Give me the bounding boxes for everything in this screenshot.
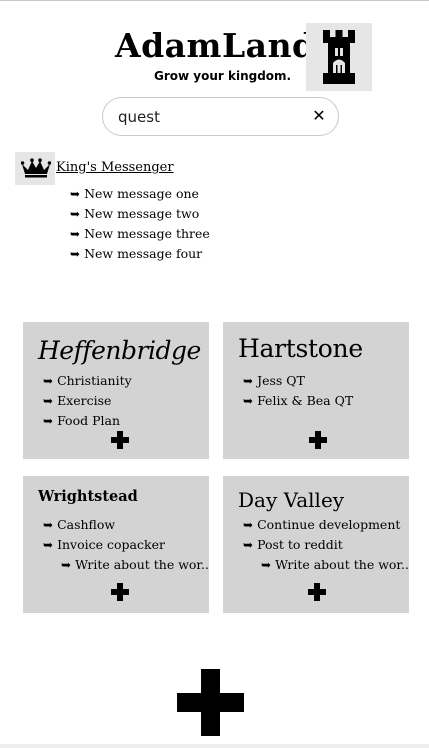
top-divider [0,0,429,1]
card-item-text: Felix & Bea QT [257,393,354,408]
card-item-text: Jess QT [257,373,305,388]
card-item-text: Write about the wor.. [75,557,209,572]
castle-icon [323,30,355,84]
kings-messenger-link[interactable]: King's Messenger [56,160,174,175]
add-item-button[interactable] [305,580,329,604]
arrow-icon: ➥ [243,518,254,532]
add-item-button[interactable] [108,428,132,452]
card-title: Day Valley [238,488,345,512]
arrow-icon: ➥ [70,207,81,221]
card-sub-item[interactable]: ➥ Write about the wor.. [43,555,209,575]
message-text: New message two [84,206,200,221]
card-item-text: Write about the wor.. [275,557,409,572]
arrow-icon: ➥ [43,374,54,388]
search-input[interactable] [118,106,298,128]
arrow-icon: ➥ [261,558,272,572]
card-item-text: Exercise [57,393,112,408]
arrow-icon: ➥ [243,538,254,552]
search-bar: ✕ [102,97,339,136]
arrow-icon: ➥ [43,538,54,552]
card-item-list: ➥ Cashflow ➥ Invoice copacker ➥ Write about… [43,515,209,575]
realm-card-day-valley: Day Valley ➥ Continue development ➥ Post t… [223,476,409,613]
crown-icon [21,158,51,178]
card-title: Wrightstead [38,488,138,505]
arrow-icon: ➥ [61,558,72,572]
message-item[interactable]: ➥ New message two [70,204,210,224]
card-item-text: Invoice copacker [57,537,165,552]
card-item[interactable]: ➥ Cashflow [43,515,209,535]
card-item-list: ➥ Jess QT ➥ Felix & Bea QT [243,371,353,411]
castle-logo [306,23,372,91]
card-item-text: Post to reddit [257,537,343,552]
card-item-text: Continue development [257,517,401,532]
app-title: AdamLand [115,26,316,65]
message-item[interactable]: ➥ New message one [70,184,210,204]
message-item[interactable]: ➥ New message three [70,224,210,244]
realm-card-wrightstead: Wrightstead ➥ Cashflow ➥ Invoice copacker … [23,476,209,613]
add-item-button[interactable] [306,428,330,452]
card-item[interactable]: ➥ Felix & Bea QT [243,391,353,411]
card-item-list: ➥ Continue development ➥ Post to reddit ➥ W… [243,515,409,575]
message-list: ➥ New message one ➥ New message two ➥ New m… [70,184,210,264]
arrow-icon: ➥ [43,518,54,532]
crown-icon-box [15,152,55,185]
message-item[interactable]: ➥ New message four [70,244,210,264]
card-item-list: ➥ Christianity ➥ Exercise ➥ Food Plan [43,371,132,431]
add-item-button[interactable] [108,580,132,604]
realm-card-hartstone: Hartstone ➥ Jess QT ➥ Felix & Bea QT [223,322,409,459]
clear-search-button[interactable]: ✕ [309,105,329,127]
realm-card-heffenbridge: Heffenbridge ➥ Christianity ➥ Exercise ➥ Fo… [23,322,209,459]
card-item[interactable]: ➥ Christianity [43,371,132,391]
arrow-icon: ➥ [70,247,81,261]
add-realm-button[interactable] [177,669,244,736]
arrow-icon: ➥ [243,374,254,388]
card-title: Hartstone [238,334,363,363]
arrow-icon: ➥ [43,394,54,408]
card-sub-item[interactable]: ➥ Write about the wor.. [243,555,409,575]
card-item-text: Food Plan [57,413,120,428]
bottom-divider [0,744,429,748]
card-title: Heffenbridge [38,336,201,365]
card-item[interactable]: ➥ Post to reddit [243,535,409,555]
message-text: New message one [84,186,199,201]
app-tagline: Grow your kingdom. [154,69,292,83]
message-text: New message three [84,226,210,241]
arrow-icon: ➥ [243,394,254,408]
arrow-icon: ➥ [70,187,81,201]
arrow-icon: ➥ [70,227,81,241]
card-item-text: Christianity [57,373,132,388]
card-item[interactable]: ➥ Invoice copacker [43,535,209,555]
card-item[interactable]: ➥ Continue development [243,515,409,535]
card-item-text: Cashflow [57,517,116,532]
card-item[interactable]: ➥ Exercise [43,391,132,411]
message-text: New message four [84,246,203,261]
card-item[interactable]: ➥ Jess QT [243,371,353,391]
arrow-icon: ➥ [43,414,54,428]
